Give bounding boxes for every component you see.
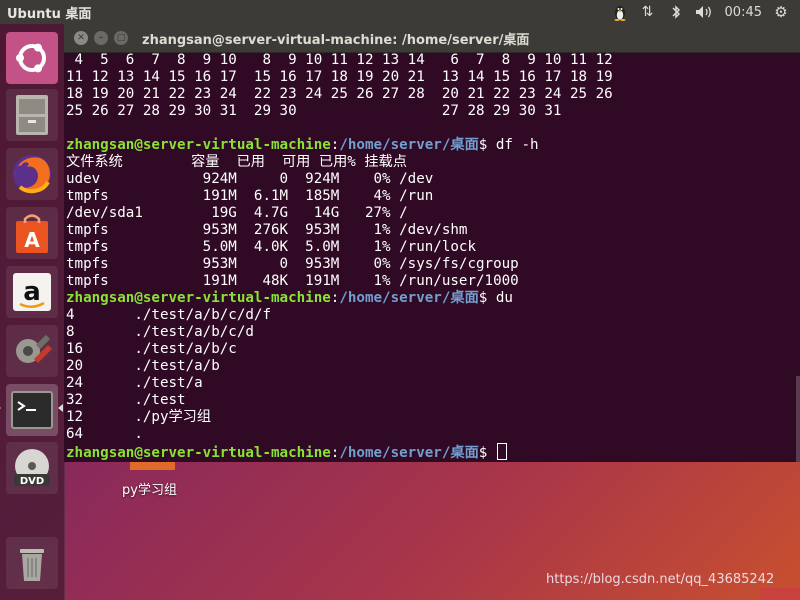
terminal-prompt-line: zhangsan@server-virtual-machine:/home/se… [66,443,800,461]
maximize-icon[interactable]: □ [114,31,128,45]
gear-icon[interactable]: ⚙ [772,3,790,21]
terminal-titlebar[interactable]: ✕ – □ zhangsan@server-virtual-machine: /… [64,24,800,53]
prompt-path: /home/server/桌面 [339,445,479,461]
terminal-output-line: 32 ./test [66,392,186,408]
bluetooth-icon[interactable] [667,3,685,21]
desktop-folder-label[interactable]: py学习组 [122,479,177,498]
software-center-button[interactable]: A [6,207,58,259]
top-panel: Ubuntu 桌面 ⇅ 00:45 ⚙ [0,0,800,24]
prompt-user: zhangsan@server-virtual-machine [66,137,331,153]
terminal-output-line: tmpfs 191M 6.1M 185M 4% /run [66,188,434,204]
terminal-output-line: tmpfs 191M 48K 191M 1% /run/user/1000 [66,273,519,289]
terminal-title: zhangsan@server-virtual-machine: /home/s… [142,32,530,48]
shopping-bag-icon: A [16,214,48,253]
prompt-path: /home/server/桌面 [339,137,479,153]
trash-icon [20,549,44,581]
network-arrows-icon[interactable]: ⇅ [639,3,657,21]
terminal-output-line: 64 . [66,426,143,442]
terminal-output-line: /dev/sda1 19G 4.7G 14G 27% / [66,205,408,221]
panel-app-title: Ubuntu 桌面 [7,6,92,22]
terminal-output-line: 4 ./test/a/b/c/d/f [66,307,271,323]
amazon-button[interactable]: a [6,266,58,318]
terminal-output-line: 8 ./test/a/b/c/d [66,324,254,340]
terminal-output-line: tmpfs 5.0M 4.0K 5.0M 1% /run/lock [66,239,476,255]
terminal-icon [11,391,53,429]
prompt-user: zhangsan@server-virtual-machine [66,445,331,461]
firefox-icon [13,155,51,194]
prompt-command: $ du [478,290,513,306]
svg-text:A: A [24,228,40,252]
desktop-folder-icon[interactable] [130,462,175,470]
prompt-command: $ df -h [478,137,539,153]
watermark-text: https://blog.csdn.net/qq_43685242 [546,572,775,587]
terminal-output-line: 4 5 6 7 8 9 10 8 9 10 11 12 13 14 6 7 8 … [66,52,613,68]
running-indicator-right [58,404,63,412]
terminal-output-line: 文件系统 容量 已用 可用 已用% 挂载点 [66,154,407,170]
terminal-output-line: 24 ./test/a [66,375,203,391]
terminal-prompt-line: zhangsan@server-virtual-machine:/home/se… [66,290,800,307]
terminal-output-line: 11 12 13 14 15 16 17 15 16 17 18 19 20 2… [66,69,613,85]
prompt-user: zhangsan@server-virtual-machine [66,290,331,306]
files-button[interactable] [6,89,58,141]
linux-tux-icon[interactable] [611,3,629,21]
terminal-output[interactable]: 4 5 6 7 8 9 10 8 9 10 11 12 13 14 6 7 8 … [66,52,800,462]
terminal-scrollbar[interactable] [796,376,800,462]
indicator-area: ⇅ 00:45 ⚙ [611,3,800,21]
ubuntu-dash-button[interactable] [6,32,58,84]
terminal-output-line: 16 ./test/a/b/c [66,341,237,357]
terminal-output-line: udev 924M 0 924M 0% /dev [66,171,434,187]
running-indicator-left [0,404,1,412]
firefox-button[interactable] [6,148,58,200]
prompt-command: $ [478,445,496,461]
dvd-button[interactable]: DVD [6,442,58,494]
terminal-cursor[interactable] [496,443,507,460]
settings-wrench-icon [16,334,52,363]
terminal-output-line: tmpfs 953M 0 953M 0% /sys/fs/cgroup [66,256,519,272]
terminal-prompt-line: zhangsan@server-virtual-machine:/home/se… [66,137,800,154]
trash-button[interactable] [6,537,58,589]
terminal-window[interactable]: ✕ – □ zhangsan@server-virtual-machine: /… [64,24,800,462]
dvd-disc-icon: DVD [14,449,50,487]
terminal-output-line: 25 26 27 28 29 30 31 29 30 27 28 29 30 3… [66,103,562,119]
prompt-path: /home/server/桌面 [339,290,479,306]
svg-text:DVD: DVD [20,476,44,487]
clock[interactable]: 00:45 [725,5,762,20]
svg-text:a: a [23,277,41,307]
csdn-logo-icon [760,588,800,600]
volume-icon[interactable] [695,3,713,21]
file-cabinet-icon [16,95,48,135]
terminal-output-line: 12 ./py学习组 [66,409,212,425]
terminal-output-line: 20 ./test/a/b [66,358,220,374]
minimize-icon[interactable]: – [94,31,108,45]
terminal-output-line: tmpfs 953M 276K 953M 1% /dev/shm [66,222,468,238]
close-icon[interactable]: ✕ [74,31,88,45]
system-settings-button[interactable] [6,325,58,377]
ubuntu-logo-icon [16,43,46,73]
amazon-icon: a [13,273,51,311]
launcher: A a DVD [0,24,65,600]
terminal-button[interactable] [6,384,58,436]
terminal-output-line: 18 19 20 21 22 23 24 22 23 24 25 26 27 2… [66,86,613,102]
